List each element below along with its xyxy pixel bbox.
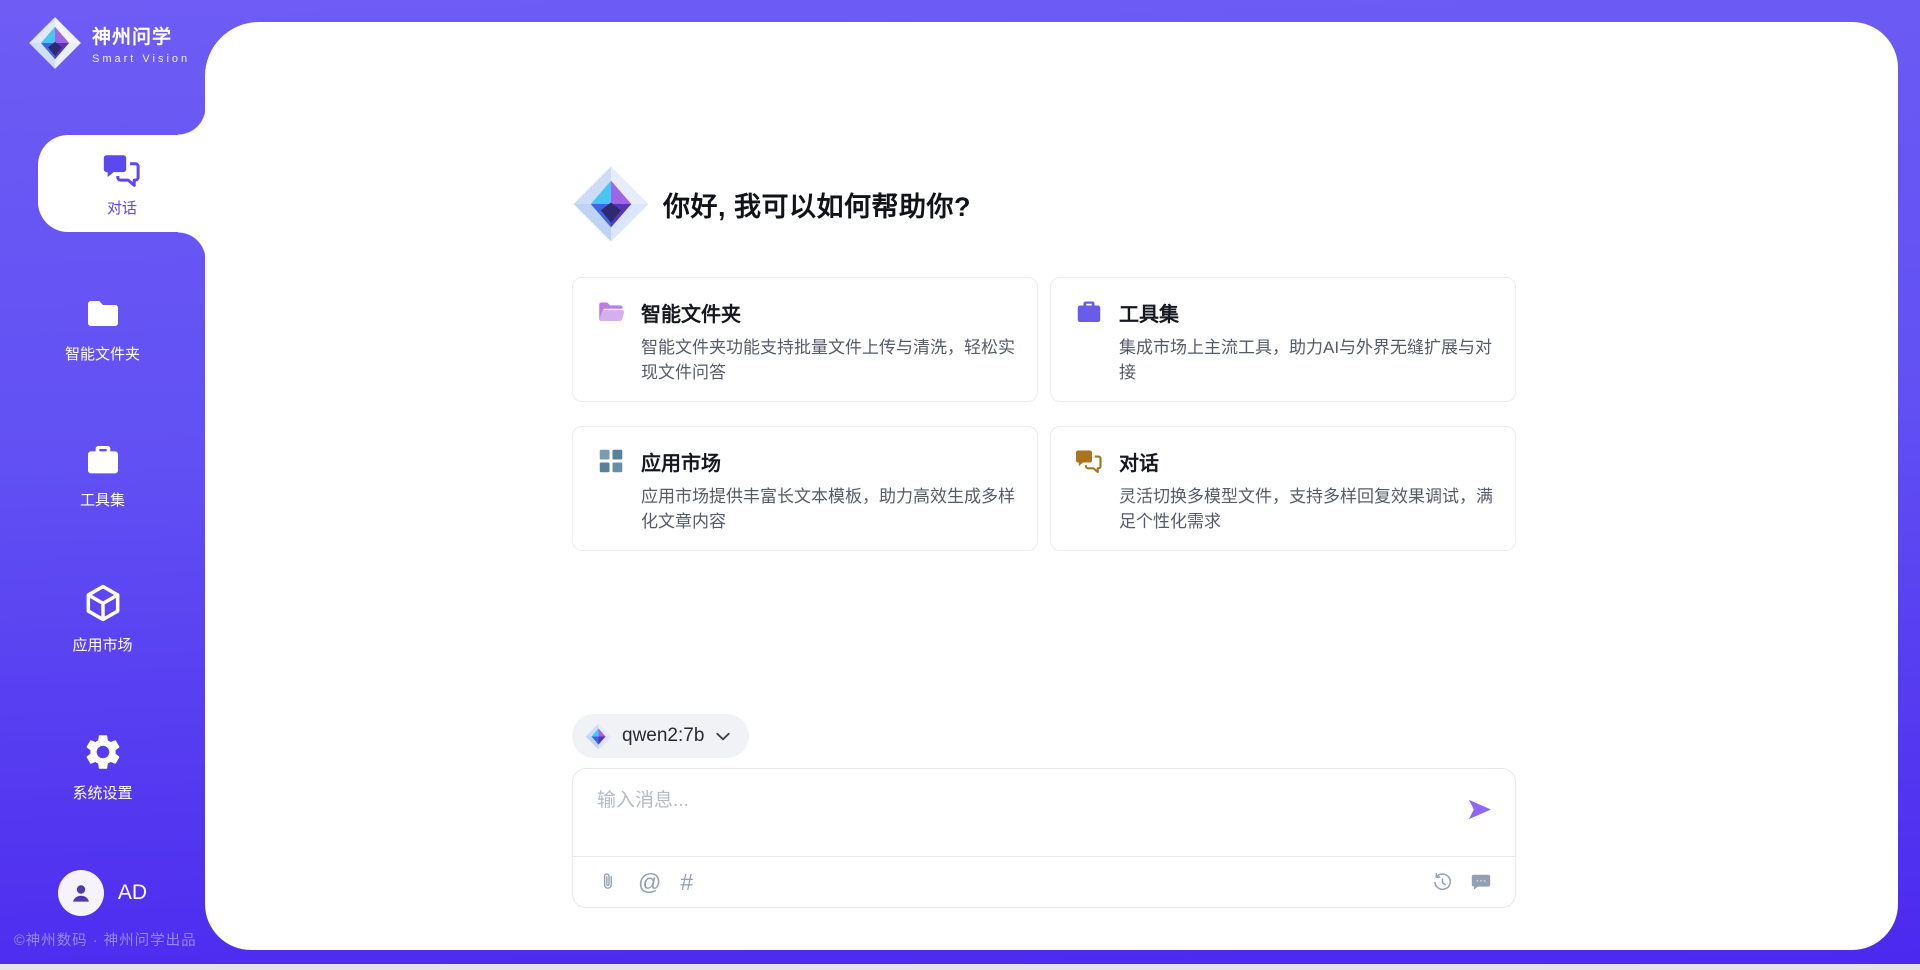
history-icon <box>1431 871 1454 894</box>
sidebar-item-chat[interactable]: 对话 <box>38 135 206 232</box>
app-logo: 神州问学 Smart Vision <box>28 16 190 70</box>
card-description: 灵活切换多模型文件，支持多样回复效果调试，满足个性化需求 <box>1119 485 1499 534</box>
user-account[interactable]: AD <box>0 870 205 916</box>
main-content-area: 你好, 我可以如何帮助你? 智能文件夹 智能文件夹功能支持批量文件上传与清洗，轻… <box>205 22 1898 950</box>
card-description: 应用市场提供丰富长文本模板，助力高效生成多样化文章内容 <box>641 485 1021 534</box>
speech-bubble-icon <box>1469 870 1493 894</box>
spacer <box>572 551 1516 714</box>
card-title: 工具集 <box>1119 298 1179 327</box>
sidebar-item-label: 工具集 <box>80 489 125 510</box>
composer-toolbar: @ # <box>597 857 1493 907</box>
hash-icon: # <box>680 871 693 894</box>
sidebar-item-app-market[interactable]: 应用市场 <box>0 581 205 655</box>
card-description: 集成市场上主流工具，助力AI与外界无缝扩展与对接 <box>1119 336 1499 385</box>
chat-icon <box>1074 446 1104 476</box>
message-composer: @ # <box>572 768 1516 908</box>
sidebar-item-label: 应用市场 <box>72 634 132 655</box>
card-title: 应用市场 <box>641 447 721 476</box>
brand-diamond-icon <box>28 16 82 70</box>
card-title: 对话 <box>1119 447 1159 476</box>
brand-name: 神州问学 <box>92 22 190 49</box>
bottom-edge-strip <box>0 964 1920 970</box>
grid-icon <box>596 446 626 476</box>
card-smart-folder[interactable]: 智能文件夹 智能文件夹功能支持批量文件上传与清洗，轻松实现文件问答 <box>572 277 1038 402</box>
open-folder-icon <box>596 297 626 327</box>
briefcase-icon <box>82 440 124 480</box>
model-name: qwen2:7b <box>622 725 704 747</box>
content-column: 你好, 我可以如何帮助你? 智能文件夹 智能文件夹功能支持批量文件上传与清洗，轻… <box>572 22 1516 950</box>
send-button[interactable] <box>1466 796 1493 823</box>
sidebar-item-toolset[interactable]: 工具集 <box>0 440 205 510</box>
greeting-text: 你好, 我可以如何帮助你? <box>663 185 971 224</box>
sidebar-item-label: 系统设置 <box>72 782 132 803</box>
message-input[interactable] <box>573 769 1515 855</box>
history-button[interactable] <box>1431 871 1454 894</box>
user-name: AD <box>118 881 147 905</box>
quick-phrase-button[interactable] <box>1469 870 1493 894</box>
hashtag-button[interactable]: # <box>680 871 693 894</box>
card-app-market[interactable]: 应用市场 应用市场提供丰富长文本模板，助力高效生成多样化文章内容 <box>572 426 1038 551</box>
sidebar-item-settings[interactable]: 系统设置 <box>0 731 205 803</box>
brand-diamond-icon <box>585 723 612 750</box>
chat-icon <box>101 149 143 191</box>
sidebar-item-smart-folder[interactable]: 智能文件夹 <box>0 294 205 364</box>
model-selector[interactable]: qwen2:7b <box>572 714 749 758</box>
chevron-down-icon <box>716 732 730 741</box>
feature-cards: 智能文件夹 智能文件夹功能支持批量文件上传与清洗，轻松实现文件问答 工具集 集成… <box>572 277 1516 551</box>
mention-button[interactable]: @ <box>638 871 661 894</box>
brand-diamond-icon <box>572 165 650 243</box>
greeting-block: 你好, 我可以如何帮助你? <box>572 164 1516 244</box>
card-title: 智能文件夹 <box>641 298 741 327</box>
avatar <box>58 870 104 916</box>
card-toolset[interactable]: 工具集 集成市场上主流工具，助力AI与外界无缝扩展与对接 <box>1050 277 1516 402</box>
card-description: 智能文件夹功能支持批量文件上传与清洗，轻松实现文件问答 <box>641 336 1021 385</box>
copyright-text: ©神州数码 · 神州问学出品 <box>14 929 197 950</box>
folder-icon <box>82 294 124 334</box>
card-chat[interactable]: 对话 灵活切换多模型文件，支持多样回复效果调试，满足个性化需求 <box>1050 426 1516 551</box>
brand-subtitle: Smart Vision <box>92 53 190 65</box>
composer-right-tools <box>1431 870 1493 894</box>
at-sign-icon: @ <box>638 871 661 894</box>
person-icon <box>67 879 95 907</box>
cube-icon <box>81 581 125 625</box>
sidebar-item-label: 对话 <box>107 197 137 218</box>
send-icon <box>1466 796 1493 823</box>
paperclip-icon <box>597 870 619 894</box>
sidebar-item-label: 智能文件夹 <box>65 343 140 364</box>
attachment-button[interactable] <box>597 870 619 894</box>
briefcase-icon <box>1074 297 1104 327</box>
gear-icon <box>82 731 124 773</box>
